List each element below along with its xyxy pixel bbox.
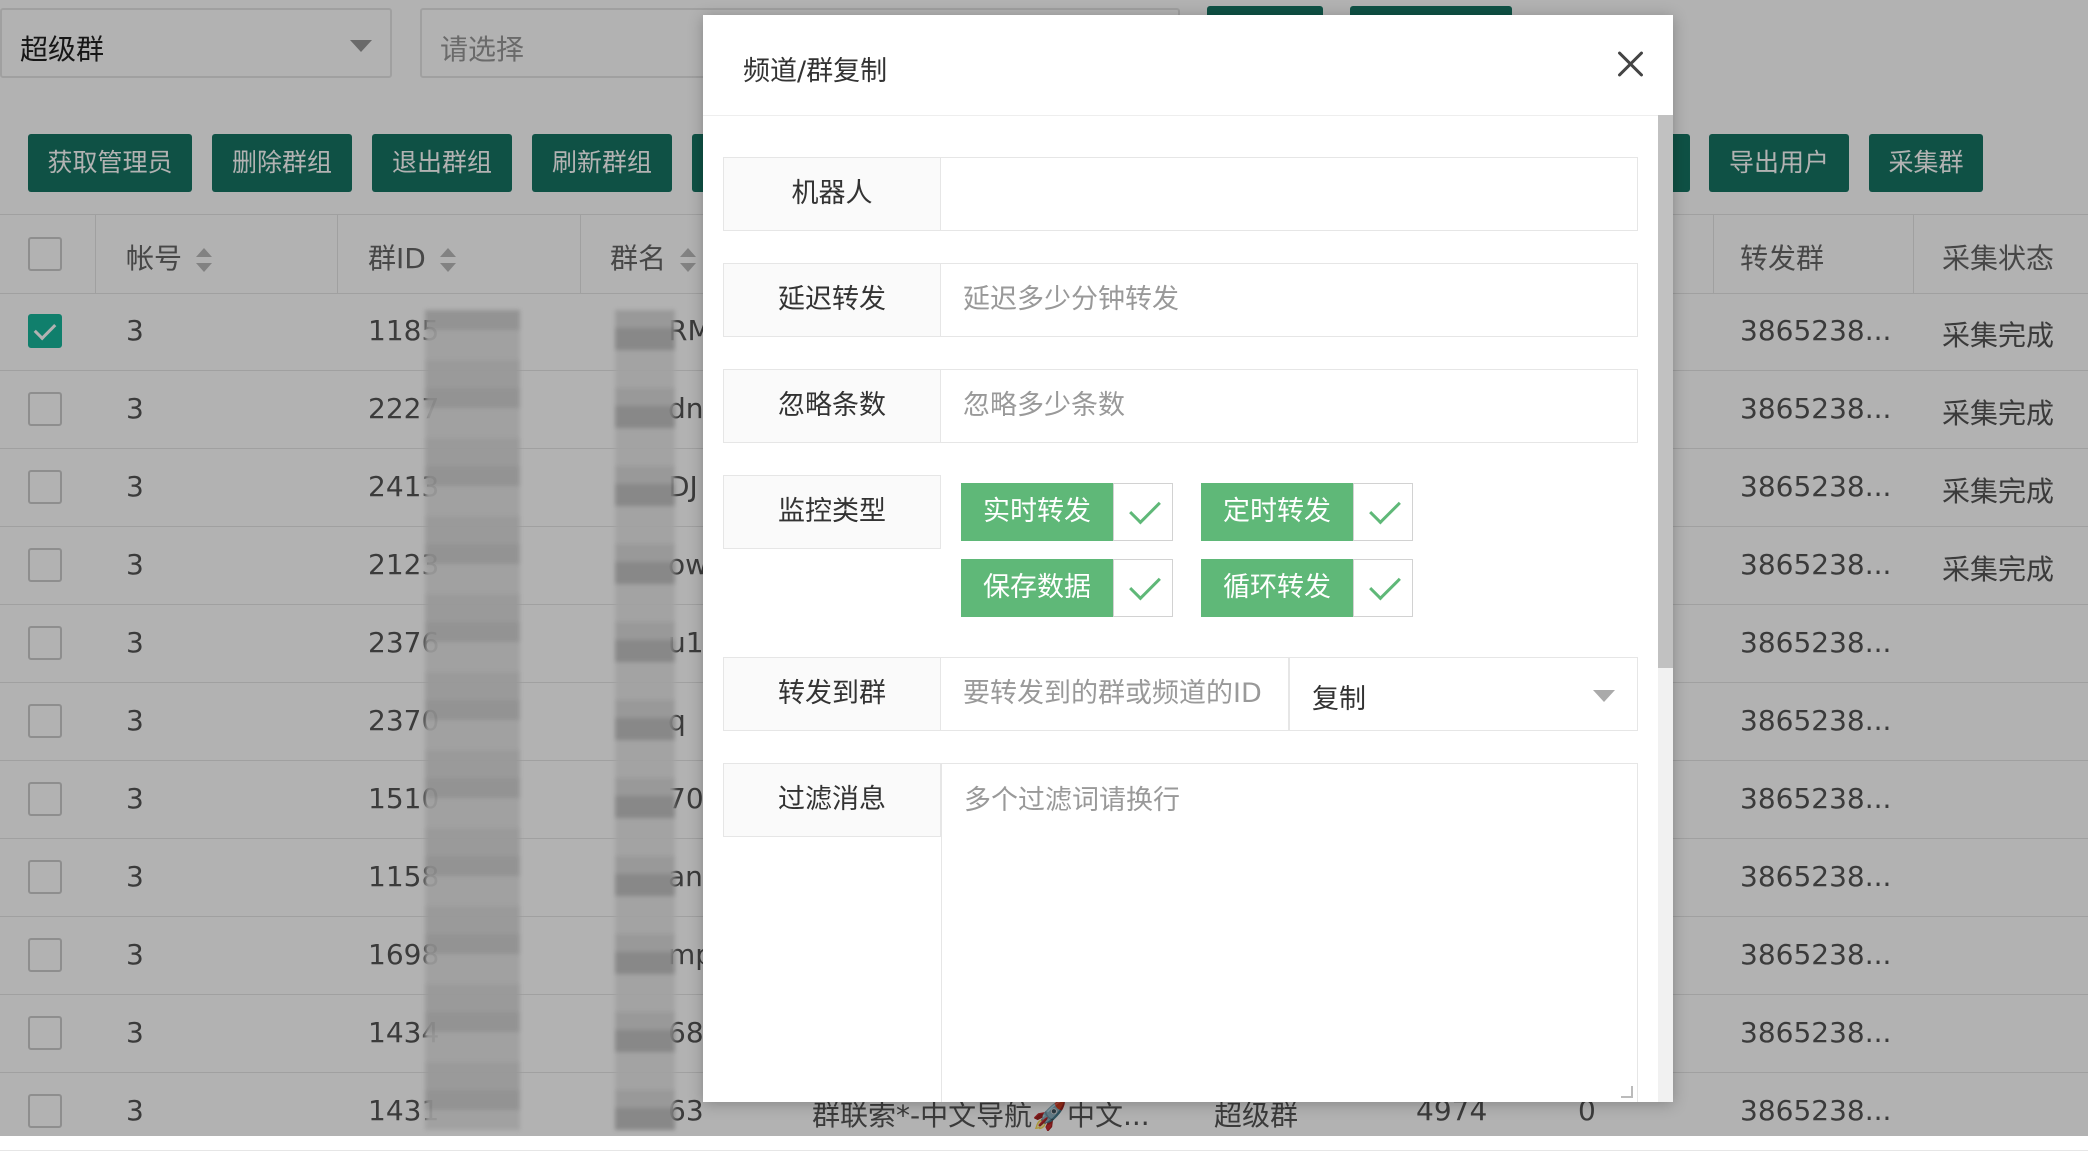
check-icon: [1113, 559, 1173, 617]
monitor-label: 监控类型: [723, 475, 941, 549]
checkbox-label: 实时转发: [961, 483, 1113, 541]
filter-placeholder: 多个过滤词请换行: [964, 785, 1180, 816]
forward-label: 转发到群: [723, 657, 941, 731]
checkbox-label: 保存数据: [961, 559, 1113, 617]
delay-label: 延迟转发: [723, 263, 941, 337]
monitor-row: 监控类型 实时转发 定时转发 保存数据 循环转发: [723, 475, 1638, 635]
forward-mode-value: 复制: [1312, 684, 1366, 715]
dialog-scrollbar-thumb[interactable]: [1658, 115, 1673, 668]
delay-input[interactable]: 延迟多少分钟转发: [941, 263, 1638, 337]
filter-textarea[interactable]: 多个过滤词请换行: [941, 763, 1638, 1102]
resize-grip-icon[interactable]: [1621, 1086, 1633, 1098]
channel-copy-dialog: 频道/群复制 机器人 延迟转发 延迟多少分钟转发 忽略条数 忽略多少条数 监控类…: [703, 15, 1673, 1102]
skip-label: 忽略条数: [723, 369, 941, 443]
check-icon: [1353, 483, 1413, 541]
checkbox-label: 循环转发: [1201, 559, 1353, 617]
dialog-title: 频道/群复制: [743, 56, 888, 87]
check-icon: [1113, 483, 1173, 541]
checkbox-label: 定时转发: [1201, 483, 1353, 541]
forward-mode-select[interactable]: 复制: [1289, 657, 1638, 731]
robot-label: 机器人: [723, 157, 941, 231]
forward-target-input[interactable]: 要转发到的群或频道的ID: [941, 657, 1289, 731]
check-icon: [1353, 559, 1413, 617]
skip-input[interactable]: 忽略多少条数: [941, 369, 1638, 443]
close-icon[interactable]: [1613, 47, 1649, 83]
robot-field[interactable]: [941, 157, 1638, 231]
filter-label: 过滤消息: [723, 763, 941, 837]
chevron-down-icon: [1593, 690, 1615, 702]
dialog-header: 频道/群复制: [703, 15, 1673, 116]
